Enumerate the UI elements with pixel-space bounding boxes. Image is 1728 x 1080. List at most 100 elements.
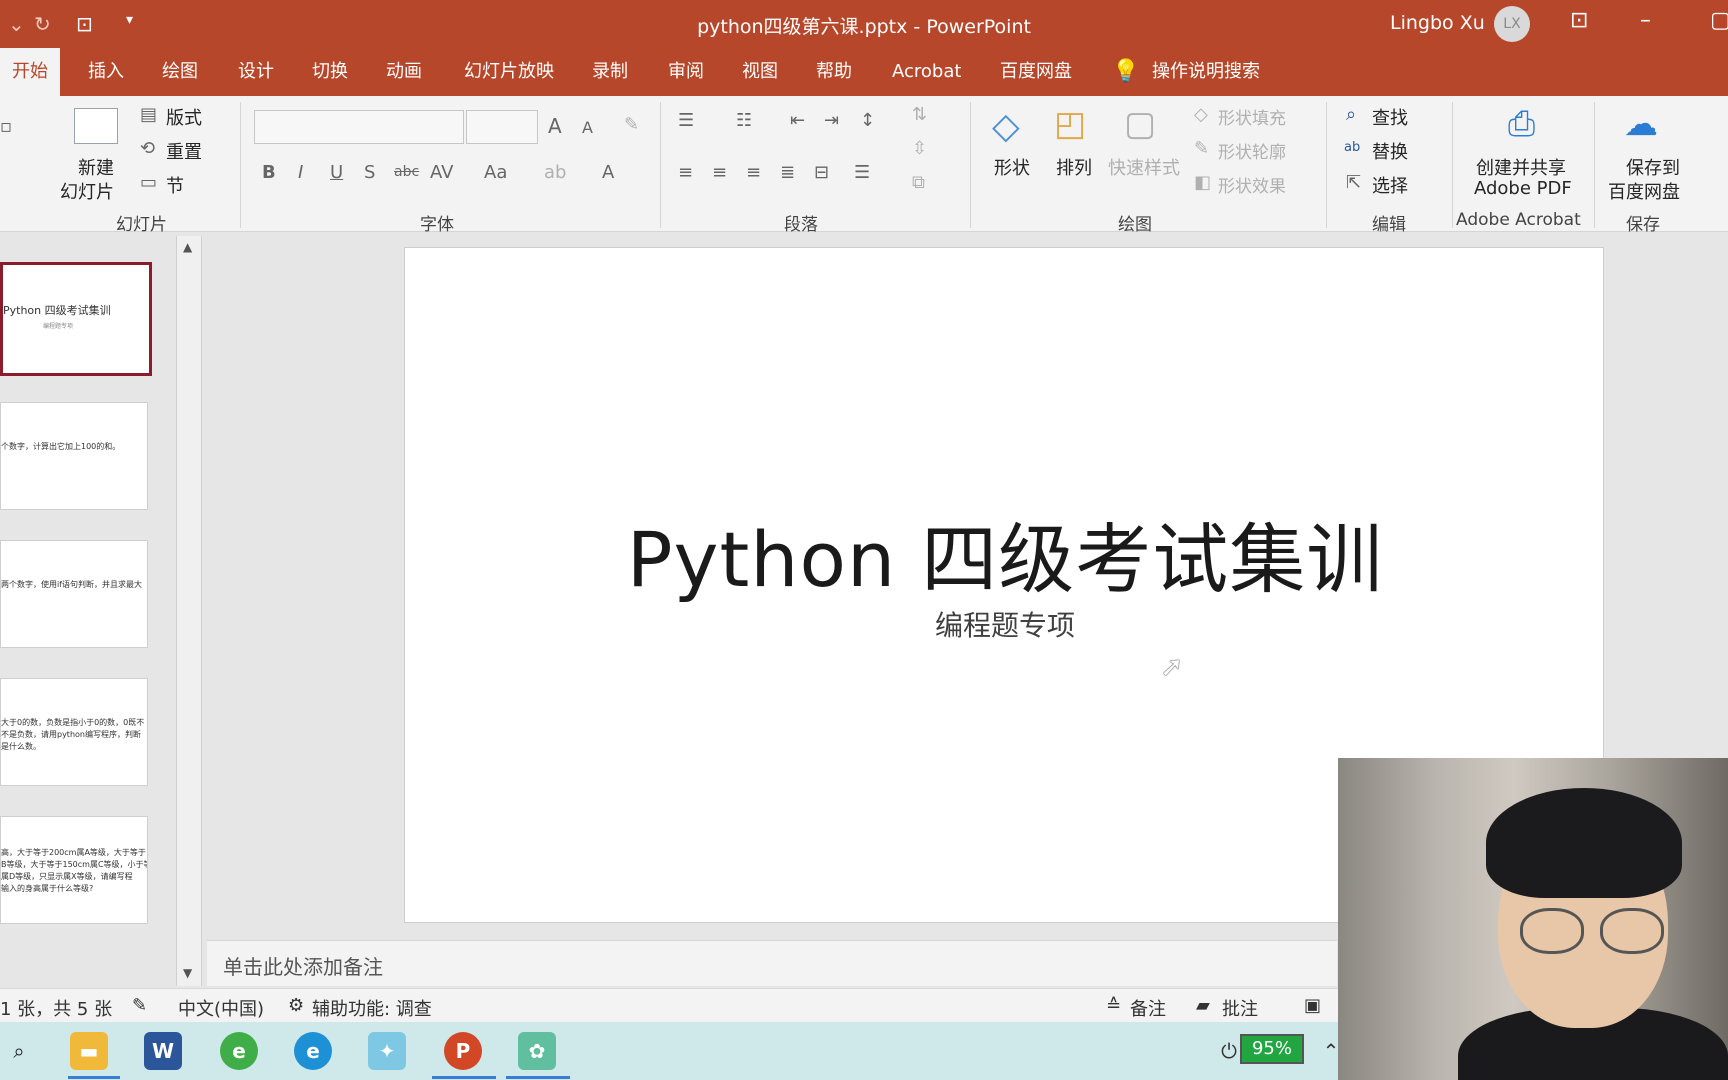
normal-view-icon[interactable]: ▣ [1304,995,1321,1016]
ribbon-display-icon[interactable]: ⊡ [1570,8,1588,33]
change-case-icon[interactable]: Aa [484,162,507,183]
create-pdf-label-1[interactable]: 创建并共享 [1476,154,1566,180]
battery-indicator[interactable]: 95% [1240,1034,1304,1064]
slide-thumbnail-2[interactable]: 个数字，计算出它加上100的和。 [0,402,148,510]
tab-slide-show[interactable]: 幻灯片放映 [452,48,566,96]
slide-thumbnail-3[interactable]: 两个数字，使用if语句判断，并且求最大 [0,540,148,648]
browser-icon[interactable]: e [220,1032,258,1070]
font-size-box[interactable] [466,110,538,144]
shadow-icon[interactable]: S [364,162,375,183]
new-slide-icon[interactable] [74,108,118,144]
tab-acrobat[interactable]: Acrobat [880,48,973,96]
tab-transitions[interactable]: 切换 [300,48,360,96]
section-button[interactable]: 节 [166,172,184,198]
scroll-down-icon[interactable]: ▼ [183,966,192,980]
slide-thumbnail-4[interactable]: 大于0的数，负数是指小于0的数，0既不 不是负数，请用python编写程序，判断… [0,678,148,786]
new-slide-label-2[interactable]: 幻灯片 [60,178,114,204]
align-center-icon[interactable]: ≡ [712,162,727,183]
comments-button[interactable]: 批注 [1222,995,1258,1021]
shape-effects-button[interactable]: 形状效果 [1218,172,1286,197]
minimize-icon[interactable]: – [1640,8,1651,33]
app-icon[interactable]: ✿ [518,1032,556,1070]
highlight-icon[interactable]: ab [544,162,566,183]
font-name-box[interactable] [254,110,464,144]
slide-subtitle[interactable]: 编程题专项 [405,604,1605,644]
increase-indent-icon[interactable]: ⇥ [824,110,839,131]
strikethrough-icon[interactable]: abc [394,164,419,180]
tell-me-search[interactable]: 操作说明搜索 [1140,48,1272,96]
decrease-indent-icon[interactable]: ⇤ [790,110,805,131]
tab-help[interactable]: 帮助 [804,48,864,96]
tab-insert[interactable]: 插入 [76,48,136,96]
thumbnail-scrollbar[interactable]: ▲ ▼ [176,236,202,986]
quick-styles-icon[interactable]: ▢ [1124,104,1156,144]
slide-title[interactable]: Python 四级考试集训 [405,498,1605,608]
align-left-icon[interactable]: ≡ [678,162,693,183]
text-direction-icon[interactable]: ⇅ [912,104,927,125]
distributed-icon[interactable]: ⊟ [814,162,829,183]
shape-fill-button[interactable]: 形状填充 [1218,104,1286,129]
reset-button[interactable]: 重置 [166,138,202,164]
create-pdf-label-2[interactable]: Adobe PDF [1474,178,1572,199]
mouse-cursor-icon: ➚ [1160,650,1184,683]
language-status[interactable]: 中文(中国) [178,995,264,1021]
spelling-icon[interactable]: ✎ [132,995,147,1016]
tab-record[interactable]: 录制 [580,48,640,96]
notes-pane[interactable]: 单击此处添加备注 [207,940,1337,986]
underline-icon[interactable]: U [330,162,343,183]
increase-font-size-icon[interactable]: A [548,114,562,138]
tab-animations[interactable]: 动画 [374,48,434,96]
accessibility-status[interactable]: 辅助功能: 调查 [312,995,432,1021]
arrange-icon[interactable]: ◰ [1054,104,1086,144]
replace-button[interactable]: 替换 [1372,138,1408,164]
search-icon[interactable]: ⌕ [0,1032,38,1070]
font-color-icon[interactable]: A [602,162,614,183]
pdf-share-icon[interactable]: ⎙ [1508,104,1535,144]
tab-home[interactable]: 开始 [0,48,60,96]
numbering-icon[interactable]: ☷ [736,110,752,131]
live-app-icon[interactable]: ✦ [368,1032,406,1070]
tab-baidu-netdisk[interactable]: 百度网盘 [988,48,1084,96]
convert-smartart-icon[interactable]: ⧉ [912,172,925,193]
shapes-icon[interactable]: ◇ [992,106,1020,147]
tab-view[interactable]: 视图 [730,48,790,96]
tab-review[interactable]: 审阅 [656,48,716,96]
powerpoint-icon[interactable]: P [444,1032,482,1070]
italic-icon[interactable]: I [298,162,303,183]
justify-icon[interactable]: ≣ [780,162,795,183]
paste-icon[interactable]: ▫ [0,116,12,137]
select-button[interactable]: 选择 [1372,172,1408,198]
baidu-netdisk-icon[interactable]: ☁ [1624,104,1658,144]
slide-thumbnail-5[interactable]: 高，大于等于200cm属A等级，大于等于 B等级，大于等于150cm属C等级，小… [0,816,148,924]
bold-icon[interactable]: B [262,162,276,183]
layout-button[interactable]: 版式 [166,104,202,130]
arrange-button[interactable]: 排列 [1056,154,1092,180]
shape-outline-button[interactable]: 形状轮廓 [1218,138,1286,163]
notes-toggle-button[interactable]: 备注 [1130,995,1166,1021]
save-to-baidu-label-2[interactable]: 百度网盘 [1608,178,1680,204]
user-name[interactable]: Lingbo Xu [1390,12,1485,34]
character-spacing-icon[interactable]: AV [430,162,453,183]
tab-design[interactable]: 设计 [226,48,286,96]
columns-icon[interactable]: ☰ [854,162,870,183]
quick-styles-button[interactable]: 快速样式 [1108,154,1180,180]
line-spacing-icon[interactable]: ↕ [860,110,875,131]
maximize-icon[interactable]: ▢ [1710,8,1728,33]
decrease-font-size-icon[interactable]: A [582,118,593,137]
save-to-baidu-label-1[interactable]: 保存到 [1626,154,1680,180]
tab-draw[interactable]: 绘图 [150,48,210,96]
avatar[interactable]: LX [1494,6,1530,42]
file-explorer-icon[interactable]: ▬ [70,1032,108,1070]
align-right-icon[interactable]: ≡ [746,162,761,183]
clear-formatting-icon[interactable]: ✎ [624,114,639,135]
word-icon[interactable]: W [144,1032,182,1070]
new-slide-label-1[interactable]: 新建 [78,154,114,180]
slide-thumbnail-1[interactable]: Python 四级考试集训 编程题专项 [0,262,152,376]
edge-icon[interactable]: e [294,1032,332,1070]
align-text-icon[interactable]: ⇳ [912,138,927,159]
shapes-button[interactable]: 形状 [994,154,1030,180]
bullets-icon[interactable]: ☰ [678,110,694,131]
find-button[interactable]: 查找 [1372,104,1408,130]
scroll-up-icon[interactable]: ▲ [183,240,192,254]
notes-placeholder[interactable]: 单击此处添加备注 [223,951,383,980]
